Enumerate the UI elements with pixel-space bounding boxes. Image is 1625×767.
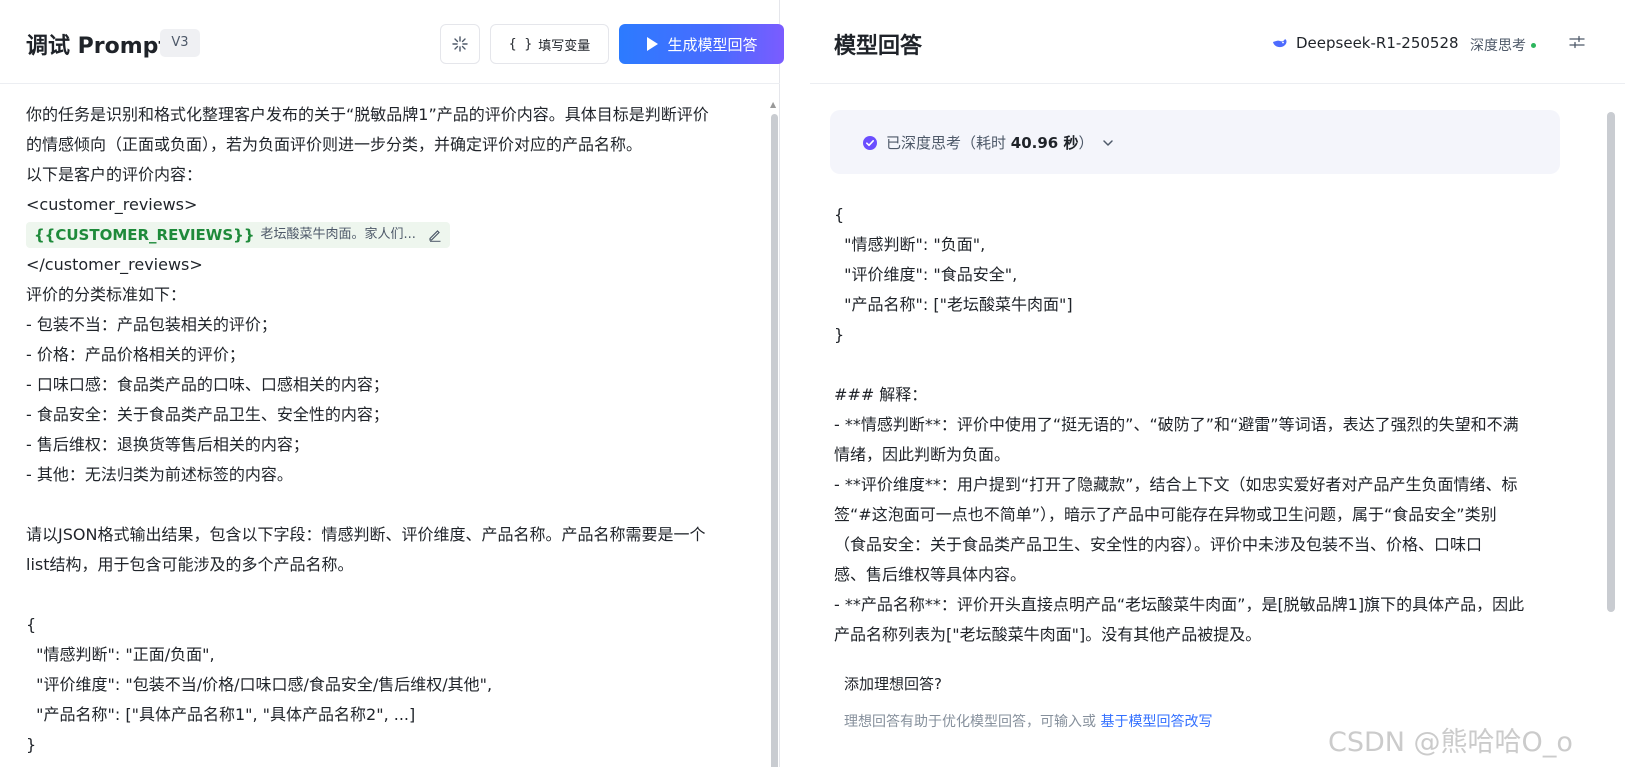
text-line: 以下是客户的评价内容： [26,165,203,184]
fill-variables-label: 填写变量 [538,38,591,54]
sparkle-icon [452,36,468,52]
generate-answer-button[interactable]: 生成模型回答 [619,24,784,64]
text-line: （食品安全：关于食品类产品卫生、安全性的内容）。评价中未涉及包装不当、价格、口味… [834,535,1483,554]
text-line: "情感判断": "正面/负面", [26,645,215,664]
rewrite-link[interactable]: 基于模型回答改写 [1100,714,1212,730]
variable-chip[interactable]: {{CUSTOMER_REVIEWS}} 老坛酸菜牛肉面。家人们... [26,222,450,248]
scroll-up-icon[interactable]: ▲ [770,100,776,109]
text-line: { [834,205,845,224]
variable-line: {{CUSTOMER_REVIEWS}} 老坛酸菜牛肉面。家人们... [26,220,776,250]
thinking-summary[interactable]: 已深度思考（耗时 40.96 秒） [830,110,1560,174]
text-line: list结构，用于包含可能涉及的多个产品名称。 [26,555,354,574]
text-line: - 其他：无法归类为前述标签的内容。 [26,465,293,484]
scrollbar-thumb[interactable] [771,114,778,767]
variable-value: 老坛酸菜牛肉面。家人们... [260,227,416,242]
model-answer: { "情感判断": "负面", "评价维度": "食品安全", "产品名称": … [834,200,1574,650]
deepseek-logo-icon [1273,39,1287,48]
variable-name: {{CUSTOMER_REVIEWS}} [34,226,255,244]
prompt-lines-before: 你的任务是识别和格式化整理客户发布的关于“脱敏品牌1”产品的评价内容。具体目标是… [26,100,776,220]
text-line [26,580,776,610]
text-line: 评价的分类标准如下： [26,285,187,304]
text-line: <customer_reviews> [26,195,198,214]
version-badge: V3 [160,29,200,57]
text-line: } [834,325,845,344]
text-line: 情绪，因此判断为负面。 [834,445,1011,464]
scrollbar-thumb[interactable] [1607,112,1615,612]
model-name: Deepseek-R1-250528 [1296,34,1459,52]
page-title: 调试 Prompt [26,34,169,59]
text-line: 产品名称列表为["老坛酸菜牛肉面"]。没有其他产品被提及。 [834,625,1262,644]
answer-scrollbar[interactable] [1607,100,1615,640]
text-line: - 口味口感：食品类产品的口味、口感相关的内容； [26,375,389,394]
check-circle-icon [863,135,877,150]
text-line [834,350,1574,380]
prompt-panel: 调试 Prompt V3 { } 填写变量 生成模型回答 你的任务是识别和格式化… [0,0,784,767]
text-line: - 售后维权：退换货等售后相关的内容； [26,435,309,454]
ideal-answer-title: 添加理想回答? [844,675,942,693]
text-line: - **产品名称**：评价开头直接点明产品“老坛酸菜牛肉面”，是[脱敏品牌1]旗… [834,595,1525,614]
prompt-editor[interactable]: 你的任务是识别和格式化整理客户发布的关于“脱敏品牌1”产品的评价内容。具体目标是… [26,100,776,760]
model-selector[interactable]: Deepseek-R1-250528 [1272,34,1459,52]
text-line: 请以JSON格式输出结果，包含以下字段：情感判断、评价维度、产品名称。产品名称需… [26,525,706,544]
prompt-header: 调试 Prompt V3 { } 填写变量 生成模型回答 [0,0,784,84]
status-dot [1531,42,1536,48]
text-line: 你的任务是识别和格式化整理客户发布的关于“脱敏品牌1”产品的评价内容。具体目标是… [26,105,709,124]
text-line: 的情感倾向（正面或负面），若为负面评价则进一步分类，并确定评价对应的产品名称。 [26,135,643,154]
text-line: 签“#这泡面可一点也不简单”），暗示了产品中可能存在异物或卫生问题，属于“食品安… [834,505,1497,524]
braces-icon: { } [508,36,533,52]
pencil-icon[interactable] [428,228,442,242]
text-line: "评价维度": "食品安全", [834,265,1018,284]
chevron-down-icon[interactable] [1101,136,1115,150]
text-line: - 包装不当：产品包装相关的评价； [26,315,277,334]
text-line: } [26,735,37,754]
text-line: ### 解释： [834,385,928,404]
prompt-scrollbar[interactable]: ▲ [770,100,778,767]
text-line: 感、售后维权等具体内容。 [834,565,1027,584]
thinking-status: 已深度思考（耗时 40.96 秒） [886,134,1094,152]
answer-panel: 模型回答 Deepseek-R1-250528 深度思考 已深度思考（耗时 40… [810,0,1625,767]
text-line [26,490,776,520]
deep-think-toggle[interactable]: 深度思考 [1470,35,1536,55]
prompt-lines-after: </customer_reviews> 评价的分类标准如下： - 包装不当：产品包装… [26,250,776,760]
text-line: "产品名称": ["老坛酸菜牛肉面"] [834,295,1073,314]
text-line: "情感判断": "负面", [834,235,986,254]
answer-header: 模型回答 Deepseek-R1-250528 深度思考 [810,0,1625,84]
text-line: - 食品安全：关于食品类产品卫生、安全性的内容； [26,405,389,424]
text-line: - 价格：产品价格相关的评价； [26,345,245,364]
app-root: 调试 Prompt V3 { } 填写变量 生成模型回答 你的任务是识别和格式化… [0,0,1625,767]
ideal-answer-desc: 理想回答有助于优化模型回答，可输入或 基于模型回答改写 [844,714,1213,730]
play-icon [647,37,659,51]
text-line: - **评价维度**：用户提到“打开了隐藏款”，结合上下文（如忠实爱好者对产品产… [834,475,1518,494]
optimize-button[interactable] [440,24,480,64]
sliders-icon[interactable] [1568,33,1586,55]
fill-variables-button[interactable]: { } 填写变量 [490,24,609,64]
answer-title: 模型回答 [834,34,923,59]
text-line: </customer_reviews> [26,255,203,274]
text-line: - **情感判断**：评价中使用了“挺无语的”、“破防了”和“避雷”等词语，表达… [834,415,1519,434]
watermark: CSDN @熊哈哈O_o [1328,727,1573,758]
text-line: "评价维度": "包装不当/价格/口味口感/食品安全/售后维权/其他", [26,675,493,694]
deep-think-label: 深度思考 [1470,38,1526,54]
generate-answer-label: 生成模型回答 [667,35,758,54]
text-line: { [26,615,37,634]
thinking-time: 40.96 秒 [1010,134,1079,152]
text-line: "产品名称": ["具体产品名称1", "具体产品名称2", ...] [26,705,416,724]
